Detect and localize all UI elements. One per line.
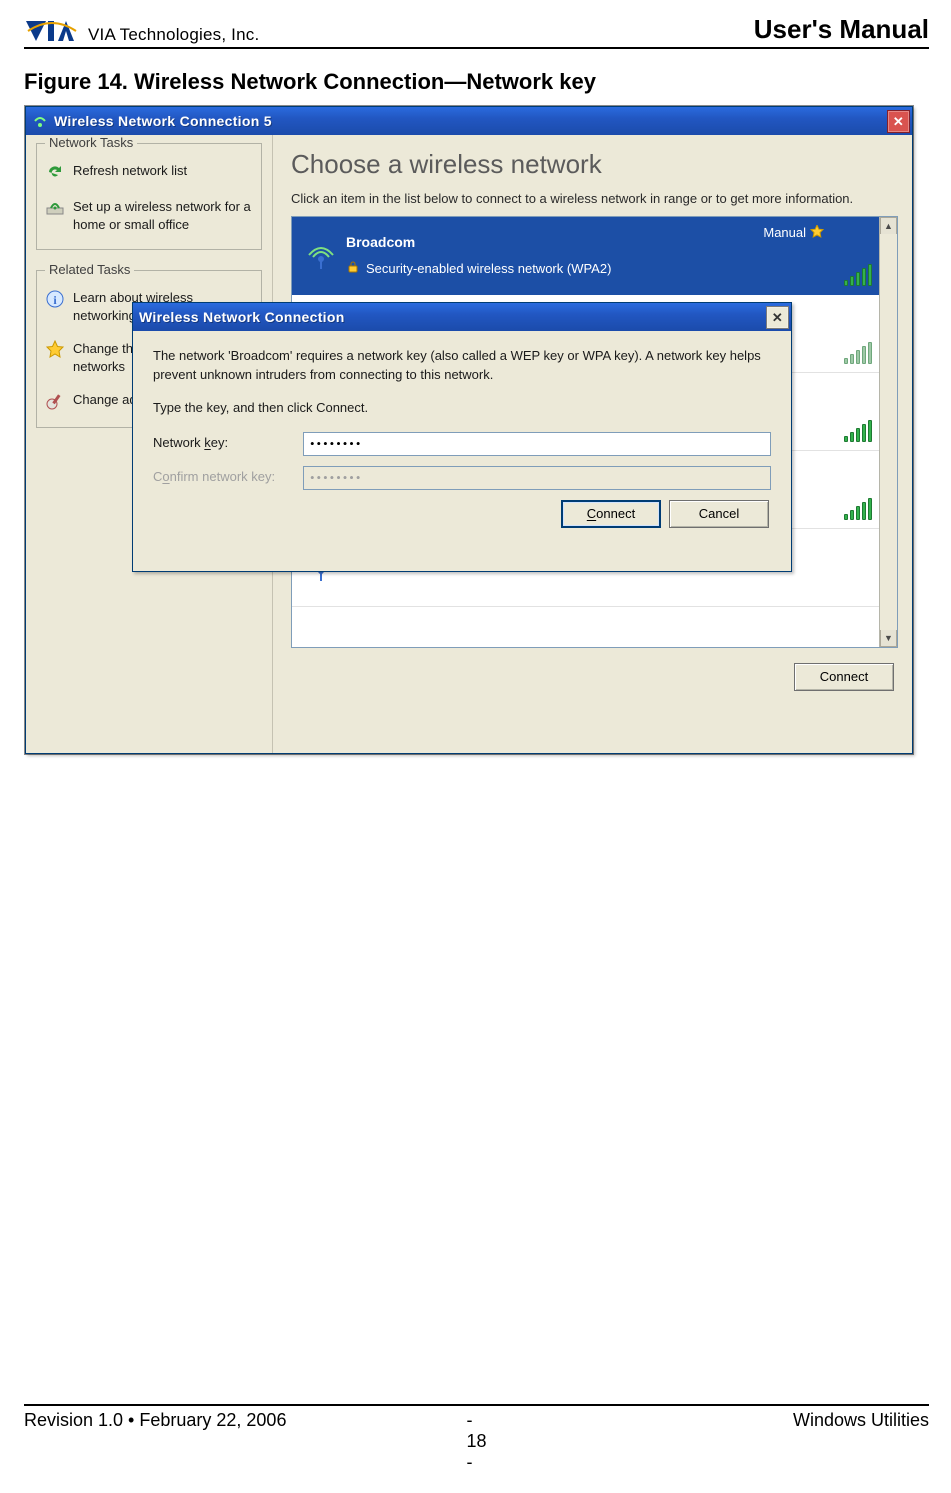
screenshot-wrapper: Wireless Network Connection 5 ✕ Network …	[24, 105, 914, 755]
scroll-down-button[interactable]: ▼	[880, 630, 897, 647]
dialog-message-2: Type the key, and then click Connect.	[153, 399, 771, 418]
scroll-up-button[interactable]: ▲	[880, 217, 897, 234]
related-tasks-title: Related Tasks	[45, 262, 134, 277]
dialog-close-button[interactable]: ✕	[766, 306, 789, 329]
footer-page-number: - 18 -	[466, 1410, 486, 1473]
confirm-key-input	[303, 466, 771, 490]
manual-title: User's Manual	[754, 14, 929, 45]
network-tasks-title: Network Tasks	[45, 135, 137, 150]
signal-strength-icon	[844, 496, 872, 520]
choose-network-heading: Choose a wireless network	[291, 149, 898, 180]
via-logo-icon	[24, 19, 80, 45]
network-tasks-group: Network Tasks Refresh network list Set	[36, 143, 262, 250]
figure-caption: Figure 14. Wireless Network Connection—N…	[24, 69, 929, 95]
network-key-dialog: Wireless Network Connection ✕ The networ…	[132, 302, 792, 572]
network-tag-manual: Manual	[763, 225, 824, 240]
dialog-title: Wireless Network Connection	[139, 309, 766, 325]
network-item-broadcom[interactable]: Broadcom Security-enabled wireless netwo…	[292, 217, 880, 295]
network-key-label: Network key:	[153, 434, 303, 453]
footer-revision: Revision 1.0 • February 22, 2006	[24, 1410, 466, 1473]
document-header: VIA Technologies, Inc. User's Manual	[24, 14, 929, 49]
wifi-title-icon	[32, 113, 48, 129]
setup-network-icon	[45, 198, 65, 218]
scrollbar[interactable]: ▲ ▼	[879, 217, 897, 647]
settings-icon	[45, 391, 65, 411]
info-icon: i	[45, 289, 65, 309]
dialog-titlebar[interactable]: Wireless Network Connection ✕	[133, 303, 791, 331]
close-icon: ✕	[893, 115, 904, 128]
signal-strength-icon	[844, 340, 872, 364]
connect-button[interactable]: Connect	[794, 663, 894, 691]
dialog-body: The network 'Broadcom' requires a networ…	[133, 331, 791, 542]
lock-icon	[346, 260, 360, 277]
choose-network-subtext: Click an item in the list below to conne…	[291, 190, 898, 208]
dialog-connect-button[interactable]: CConnectonnect	[561, 500, 661, 528]
task-refresh-network-list[interactable]: Refresh network list	[45, 162, 253, 182]
network-security: Security-enabled wireless network (WPA2)	[346, 260, 872, 277]
close-button[interactable]: ✕	[887, 110, 910, 133]
bottom-button-bar: Connect	[291, 654, 898, 700]
confirm-key-label: Confirm network key:	[153, 468, 303, 487]
close-icon: ✕	[772, 311, 783, 324]
network-key-row: Network key:	[153, 432, 771, 456]
dialog-message-1: The network 'Broadcom' requires a networ…	[153, 347, 771, 385]
main-window-title: Wireless Network Connection 5	[54, 113, 887, 129]
signal-strength-icon	[844, 418, 872, 442]
dialog-cancel-button[interactable]: Cancel	[669, 500, 769, 528]
wifi-antenna-icon	[296, 237, 346, 273]
network-key-input[interactable]	[303, 432, 771, 456]
company-name: VIA Technologies, Inc.	[88, 25, 259, 45]
dialog-button-row: CConnectonnect Cancel	[153, 500, 771, 528]
document-footer: Revision 1.0 • February 22, 2006 - 18 - …	[24, 1404, 929, 1473]
confirm-key-row: Confirm network key:	[153, 466, 771, 490]
main-window-titlebar[interactable]: Wireless Network Connection 5 ✕	[26, 107, 912, 135]
signal-strength-icon	[844, 262, 872, 286]
star-icon	[45, 340, 65, 360]
task-setup-wireless-network[interactable]: Set up a wireless network for a home or …	[45, 198, 253, 233]
footer-section: Windows Utilities	[487, 1410, 929, 1473]
refresh-icon	[45, 162, 65, 182]
